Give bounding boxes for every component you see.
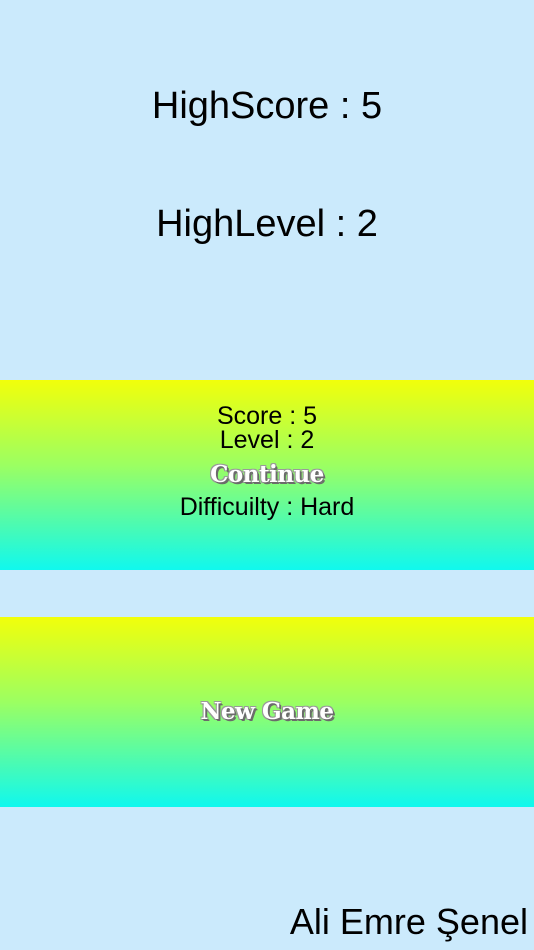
continue-button[interactable]: Score : 5 Level : 2 Continue Difficuilty… [0, 380, 534, 570]
author-credit: Ali Emre Şenel [289, 901, 528, 942]
high-level-text: HighLevel : 2 [156, 203, 378, 245]
continue-label: Continue [210, 461, 324, 488]
difficulty-text: Difficuilty : Hard [179, 493, 355, 521]
new-game-button[interactable]: New Game [0, 617, 534, 807]
high-score-text: HighScore : 5 [151, 85, 383, 127]
level-text: Level : 2 [219, 426, 315, 454]
new-game-label: New Game [200, 698, 334, 725]
